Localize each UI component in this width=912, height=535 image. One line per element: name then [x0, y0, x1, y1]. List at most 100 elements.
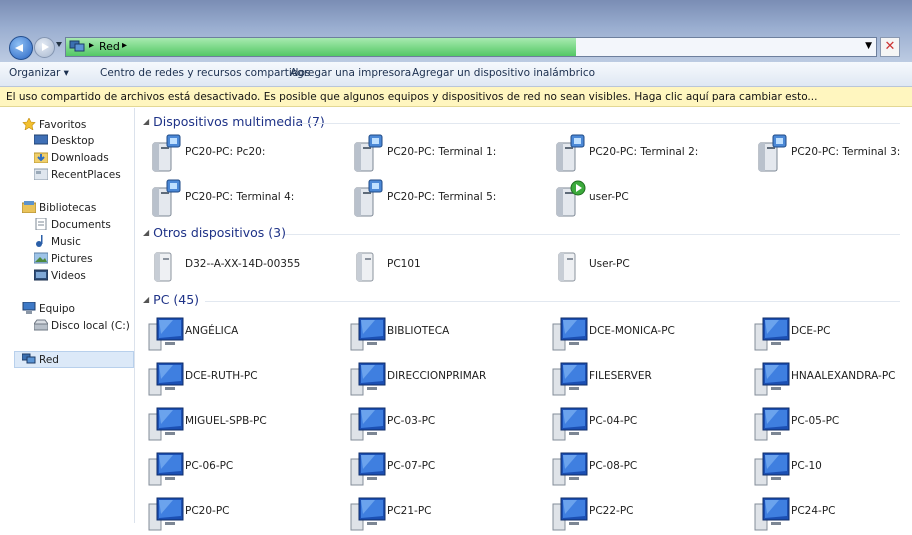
nav-downloads[interactable]: Downloads: [34, 151, 109, 164]
item-label: PC20-PC: Terminal 3:: [791, 146, 901, 158]
nav-equipo[interactable]: Equipo: [22, 302, 75, 315]
item-label: PC-07-PC: [387, 460, 436, 472]
media-device-icon: [551, 133, 589, 173]
computer-icon: [147, 357, 185, 397]
item-label: PC-03-PC: [387, 415, 436, 427]
add-printer-button[interactable]: Agregar una impresora: [290, 67, 411, 79]
pc-item[interactable]: BIBLIOTECA: [349, 312, 549, 352]
nav-desktop[interactable]: Desktop: [34, 134, 94, 147]
nav-label: Favoritos: [39, 119, 87, 131]
item-label: DCE-RUTH-PC: [185, 370, 258, 382]
media-device-icon: [349, 178, 387, 218]
item-label: PC20-PC: [185, 505, 230, 517]
pc-item[interactable]: PC-10: [753, 447, 912, 487]
media-device-item[interactable]: user-PC: [551, 178, 751, 218]
media-player-icon: [551, 178, 589, 218]
media-device-item[interactable]: PC20-PC: Terminal 5:: [349, 178, 549, 218]
item-label: DCE-PC: [791, 325, 831, 337]
device-icon: [349, 245, 387, 285]
desktop-icon: [34, 134, 48, 145]
nav-videos[interactable]: Videos: [34, 269, 86, 282]
pc-item[interactable]: PC-05-PC: [753, 402, 912, 442]
recent-places-icon: [34, 168, 48, 180]
forward-button[interactable]: [34, 37, 55, 58]
pc-item[interactable]: DCE-MONICA-PC: [551, 312, 751, 352]
pc-item[interactable]: PC20-PC: [147, 492, 347, 532]
music-icon: [36, 235, 43, 247]
item-label: PC20-PC: Terminal 4:: [185, 191, 295, 203]
computer-icon: [349, 492, 387, 532]
navigation-pane: Favoritos Desktop Downloads RecentPlaces…: [0, 108, 135, 523]
computer-icon: [753, 492, 791, 532]
media-device-item[interactable]: PC20-PC: Terminal 4:: [147, 178, 347, 218]
computer-icon: [753, 312, 791, 352]
nav-label: Red: [39, 354, 59, 366]
nav-music[interactable]: Music: [34, 235, 81, 248]
media-device-item[interactable]: PC20-PC: Terminal 1:: [349, 133, 549, 173]
pc-item[interactable]: DCE-RUTH-PC: [147, 357, 347, 397]
device-item[interactable]: PC101: [349, 245, 549, 285]
computer-icon: [753, 357, 791, 397]
nav-label: Videos: [51, 270, 86, 282]
pc-item[interactable]: HNAALEXANDRA-PC: [753, 357, 912, 397]
address-bar[interactable]: ▸ Red ▸ ▼: [65, 37, 877, 57]
computer-icon: [349, 312, 387, 352]
collapse-triangle-icon: ◢: [143, 295, 150, 304]
nav-documents[interactable]: Documents: [34, 218, 111, 231]
pc-item[interactable]: PC-07-PC: [349, 447, 549, 487]
stop-button[interactable]: ✕: [880, 37, 900, 57]
breadcrumb-chevron-icon[interactable]: ▸: [89, 40, 94, 51]
pc-item[interactable]: DCE-PC: [753, 312, 912, 352]
nav-favoritos[interactable]: Favoritos: [22, 118, 86, 131]
network-sharing-center-button[interactable]: Centro de redes y recursos compartidos: [100, 67, 310, 79]
breadcrumb-red[interactable]: Red: [99, 40, 120, 53]
nav-recentplaces[interactable]: RecentPlaces: [34, 168, 121, 181]
item-label: PC-08-PC: [589, 460, 638, 472]
file-sharing-infobar[interactable]: El uso compartido de archivos está desac…: [0, 87, 912, 107]
add-wireless-device-button[interactable]: Agregar un dispositivo inalámbrico: [412, 67, 595, 79]
pc-item[interactable]: PC-03-PC: [349, 402, 549, 442]
pc-item[interactable]: MIGUEL-SPB-PC: [147, 402, 347, 442]
group-divider: [285, 234, 900, 235]
group-title: Otros dispositivos (3): [153, 225, 286, 240]
breadcrumb-chevron-icon[interactable]: ▸: [122, 40, 127, 51]
organize-menu[interactable]: Organizar ▾: [9, 67, 69, 79]
nav-disco-local[interactable]: Disco local (C:): [34, 319, 130, 332]
computer-icon: [147, 402, 185, 442]
group-divider: [300, 123, 900, 124]
item-label: ANGÉLICA: [185, 325, 239, 337]
group-header-other-devices[interactable]: ◢ Otros dispositivos (3): [143, 225, 286, 240]
pc-item[interactable]: DIRECCIONPRIMAR: [349, 357, 549, 397]
pc-item[interactable]: PC21-PC: [349, 492, 549, 532]
pc-item[interactable]: PC-08-PC: [551, 447, 751, 487]
recent-pages-dropdown[interactable]: [56, 42, 62, 47]
group-header-pc[interactable]: ◢ PC (45): [143, 292, 199, 307]
nav-label: Disco local (C:): [51, 320, 130, 332]
device-item[interactable]: User-PC: [551, 245, 751, 285]
nav-pictures[interactable]: Pictures: [34, 252, 93, 265]
nav-red[interactable]: Red: [22, 353, 59, 366]
computer-icon: [551, 357, 589, 397]
item-label: user-PC: [589, 191, 629, 203]
computer-icon: [147, 447, 185, 487]
media-device-item[interactable]: PC20-PC: Terminal 3:: [753, 133, 912, 173]
device-item[interactable]: D32--A-XX-14D-00355: [147, 245, 347, 285]
pc-item[interactable]: ANGÉLICA: [147, 312, 347, 352]
pc-item[interactable]: PC-06-PC: [147, 447, 347, 487]
hard-drive-icon: [34, 319, 48, 331]
media-device-item[interactable]: PC20-PC: Pc20:: [147, 133, 347, 173]
pc-item[interactable]: PC-04-PC: [551, 402, 751, 442]
nav-bibliotecas[interactable]: Bibliotecas: [22, 201, 96, 214]
pc-item[interactable]: PC24-PC: [753, 492, 912, 532]
downloads-folder-icon: [34, 152, 48, 163]
address-dropdown-icon[interactable]: ▼: [865, 41, 872, 51]
back-button[interactable]: [9, 36, 33, 60]
pc-item[interactable]: FILESERVER: [551, 357, 751, 397]
media-device-item[interactable]: PC20-PC: Terminal 2:: [551, 133, 751, 173]
group-header-media[interactable]: ◢ Dispositivos multimedia (7): [143, 114, 325, 129]
pc-item[interactable]: PC22-PC: [551, 492, 751, 532]
network-content-view: ◢ Dispositivos multimedia (7) ◢ Otros disp…: [135, 108, 912, 531]
computer-icon: [349, 447, 387, 487]
item-label: HNAALEXANDRA-PC: [791, 370, 896, 382]
command-bar: Organizar ▾ Centro de redes y recursos c…: [0, 62, 912, 87]
